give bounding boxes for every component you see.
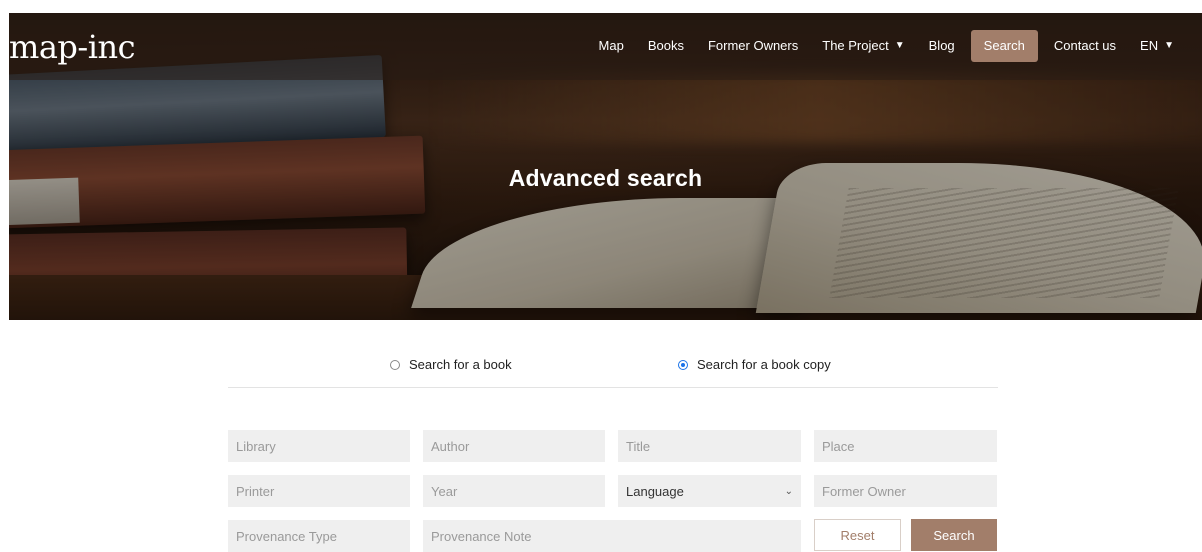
radio-search-book[interactable]: Search for a book [390,357,512,372]
chevron-down-icon: ⌄ [784,485,793,497]
language-select[interactable]: Language ⌄ [618,475,801,507]
caret-down-icon: ▼ [1164,40,1174,51]
advanced-search-panel: Search for a book Search for a book copy… [228,349,998,552]
nav-label: Former Owners [707,38,799,53]
radio-label: Search for a book [409,357,512,372]
year-input[interactable] [423,475,605,507]
nav-label: Blog [928,38,955,53]
nav-label: Search [983,38,1025,53]
title-input[interactable] [618,430,801,462]
nav-label: The Project [822,38,889,53]
language-select-value: Language [626,483,684,499]
provenance-type-input[interactable] [228,520,410,552]
page-title: Advanced search [508,165,703,191]
nav-item-blog[interactable]: Blog [921,30,963,62]
nav-label: Books [647,38,684,53]
nav-label: EN [1140,38,1159,53]
radio-search-book-copy[interactable]: Search for a book copy [678,357,831,372]
reset-button[interactable]: Reset [814,519,901,551]
place-input[interactable] [814,430,997,462]
hero-banner: map-inc Map Books Former Owners The Proj… [9,13,1202,320]
search-button[interactable]: Search [911,519,997,551]
nav-label: Contact us [1053,38,1117,53]
nav-item-contact-us[interactable]: Contact us [1046,30,1124,62]
main-nav: Map Books Former Owners The Project ▼ Blo… [583,30,1182,62]
top-navbar: map-inc Map Books Former Owners The Proj… [9,13,1202,80]
printer-input[interactable] [228,475,410,507]
radio-label: Search for a book copy [697,357,831,372]
caret-down-icon: ▼ [894,40,905,51]
radio-button[interactable] [390,359,400,370]
library-input[interactable] [228,430,410,462]
nav-label: Map [598,38,624,53]
nav-item-the-project[interactable]: The Project ▼ [814,30,912,62]
nav-item-books[interactable]: Books [640,30,692,62]
site-logo[interactable]: map-inc [9,27,135,67]
language-selector[interactable]: EN ▼ [1132,30,1182,62]
search-mode-selector: Search for a book Search for a book copy [228,349,998,388]
nav-item-map[interactable]: Map [591,30,632,62]
radio-button-checked[interactable] [678,359,688,370]
nav-item-search[interactable]: Search [970,30,1038,62]
former-owner-input[interactable] [814,475,997,507]
nav-item-former-owners[interactable]: Former Owners [700,30,806,62]
author-input[interactable] [423,430,605,462]
provenance-note-input[interactable] [423,520,801,552]
